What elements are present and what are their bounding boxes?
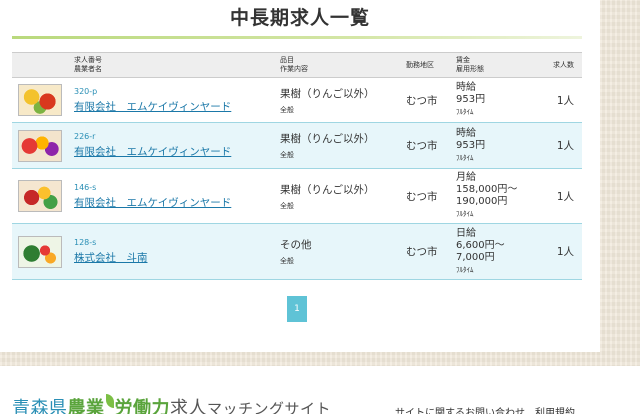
wage-amount-max: 190,000円 [456, 196, 508, 207]
fruit-photo-icon[interactable] [18, 84, 62, 116]
footer-links[interactable]: サイトに関するお問い合わせ 利用規約 [395, 404, 575, 414]
logo-text-agriculture: 農業 [67, 398, 105, 414]
work-header: 作業内容 [280, 65, 308, 73]
work-area: むつ市 [402, 122, 452, 169]
table-row[interactable]: 128-s 株式会社 斗南 その他 全般 むつ市 日給 6,600円～ 7,00… [12, 223, 582, 280]
crop-item: その他 [280, 239, 312, 251]
job-number: 146-s [74, 182, 97, 192]
table-row[interactable]: 320-p 有限会社 エムケイヴィンヤード 果樹（りんご以外） 全般 むつ市 時… [12, 77, 582, 123]
fruit-photo-icon[interactable] [18, 129, 62, 162]
farm-name-link[interactable]: 株式会社 斗南 [74, 250, 272, 265]
vegetable-photo-icon[interactable] [18, 235, 62, 268]
wage-header: 賃金 雇用形態 [452, 52, 532, 78]
wage-type: 時給 [456, 82, 476, 93]
logo-text-prefecture: 青森県 [12, 398, 68, 414]
main-panel: 中長期求人一覧 求人番号 農業者名 品目 作業内容 勤務地区 賃金 雇用形態 求… [0, 0, 600, 352]
item-work-header: 品目 作業内容 [276, 52, 402, 78]
wage-type: 日給 [456, 227, 476, 239]
pagination-page-button[interactable]: 1 [287, 296, 307, 322]
job-number: 226-r [74, 132, 96, 141]
employment-type: ﾌﾙﾀｲﾑ [456, 265, 474, 274]
area-header: 勤務地区 [402, 52, 452, 78]
wage-label-header: 賃金 [456, 56, 470, 64]
farm-name-link[interactable]: 有限会社 エムケイヴィンヤード [74, 195, 272, 210]
work-content: 全般 [280, 151, 294, 159]
work-content: 全般 [280, 201, 294, 210]
employment-header: 雇用形態 [456, 65, 484, 73]
openings-count: 1人 [532, 77, 582, 123]
thumb-header [12, 52, 70, 78]
number-farm-header: 求人番号 農業者名 [70, 52, 276, 78]
crop-item: 果樹（りんご以外） [280, 133, 375, 145]
site-logo[interactable]: 青森県農業 労働力求人マッチングサイト [12, 394, 331, 414]
employment-type: ﾌﾙﾀｲﾑ [456, 108, 474, 116]
work-area: むつ市 [402, 168, 452, 224]
leaf-icon [105, 394, 114, 408]
work-content: 全般 [280, 105, 294, 114]
item-header: 品目 [280, 56, 294, 64]
logo-text-matching: マッチングサイト [207, 400, 332, 414]
wage-type: 時給 [456, 127, 476, 139]
farm-name-header: 農業者名 [74, 65, 102, 73]
wage-amount-min: 6,600円～ [456, 239, 505, 251]
work-content: 全般 [280, 257, 294, 265]
wage-amount-min: 158,000円～ [456, 184, 518, 195]
wage-type: 月給 [456, 172, 476, 183]
crop-item: 果樹（りんご以外） [280, 87, 375, 100]
fruit-photo-icon[interactable] [18, 180, 62, 212]
wage-amount-max: 7,000円 [456, 251, 495, 263]
openings-count: 1人 [532, 122, 582, 169]
wage-amount: 953円 [456, 94, 486, 105]
table-row[interactable]: 226-r 有限会社 エムケイヴィンヤード 果樹（りんご以外） 全般 むつ市 時… [12, 122, 582, 169]
work-area: むつ市 [402, 223, 452, 280]
job-number-header: 求人番号 [74, 56, 102, 64]
openings-count: 1人 [532, 168, 582, 224]
openings-count: 1人 [532, 223, 582, 280]
job-number: 128-s [74, 238, 97, 247]
employment-type: ﾌﾙﾀｲﾑ [456, 210, 474, 218]
wage-amount: 953円 [456, 139, 486, 151]
employment-type: ﾌﾙﾀｲﾑ [456, 153, 474, 162]
job-number: 320-p [74, 86, 98, 96]
page-title: 中長期求人一覧 [229, 7, 370, 29]
farm-name-link[interactable]: 有限会社 エムケイヴィンヤード [74, 144, 272, 159]
job-list-table: 求人番号 農業者名 品目 作業内容 勤務地区 賃金 雇用形態 求人数 320-p… [12, 52, 582, 280]
farm-name-link[interactable]: 有限会社 エムケイヴィンヤード [74, 99, 272, 114]
work-area: むつ市 [402, 77, 452, 123]
logo-text-labor: 労働力 [114, 398, 170, 414]
logo-text-jobs: 求人 [170, 398, 207, 414]
openings-header: 求人数 [532, 52, 582, 78]
table-row[interactable]: 146-s 有限会社 エムケイヴィンヤード 果樹（りんご以外） 全般 むつ市 月… [12, 168, 582, 224]
crop-item: 果樹（りんご以外） [280, 183, 375, 196]
title-divider [12, 36, 582, 39]
table-header-row: 求人番号 農業者名 品目 作業内容 勤務地区 賃金 雇用形態 求人数 [12, 52, 582, 78]
